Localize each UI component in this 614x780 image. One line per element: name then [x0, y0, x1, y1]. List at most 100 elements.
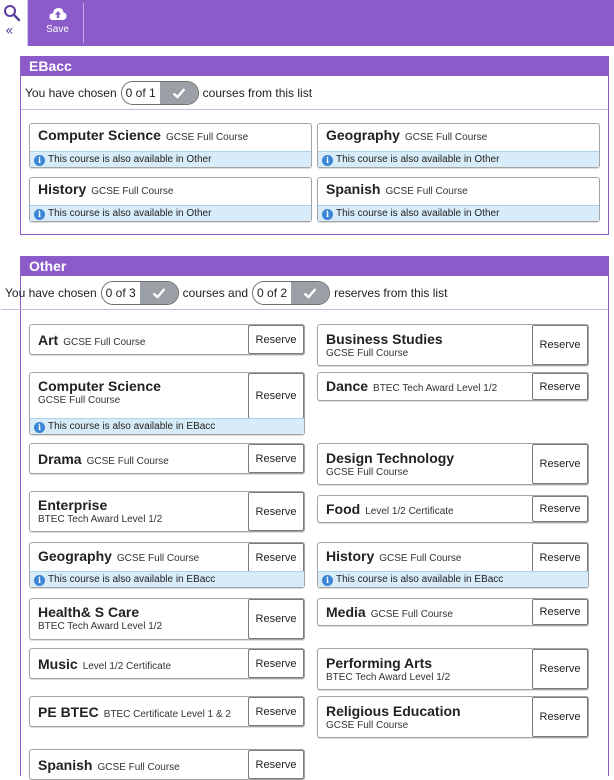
reserve-button[interactable]: Reserve — [532, 444, 588, 484]
reserve-button[interactable]: Reserve — [248, 649, 304, 678]
info-text: This course is also available in Other — [48, 208, 212, 219]
info-note: i This course is also available in Other — [30, 151, 311, 167]
reserve-button[interactable]: Reserve — [248, 492, 304, 531]
course-level: GCSE Full Course — [38, 395, 121, 406]
info-note: i This course is also available in Other — [318, 205, 599, 221]
reserve-count: 0 of 2 — [253, 281, 292, 304]
course-card[interactable]: Performing Arts BTEC Tech Award Level 1/2… — [317, 648, 589, 690]
course-card[interactable]: Spanish GCSE Full Course Reserve — [29, 749, 305, 780]
check-icon[interactable] — [139, 281, 178, 304]
course-level: GCSE Full Course — [63, 337, 146, 348]
course-card[interactable]: PE BTEC BTEC Certificate Level 1 & 2 Rese… — [29, 696, 305, 727]
course-name: Music — [38, 656, 78, 672]
course-level: GCSE Full Course — [165, 132, 249, 143]
course-card[interactable]: Business Studies GCSE Full Course Reserve — [317, 324, 589, 366]
cloud-upload-icon — [48, 8, 67, 20]
info-icon: i — [34, 422, 45, 433]
reserve-button[interactable]: Reserve — [248, 750, 304, 779]
info-text: This course is also available in EBacc — [336, 574, 504, 585]
course-level: GCSE Full Course — [91, 186, 174, 197]
course-card[interactable]: Music Level 1/2 Certificate Reserve — [29, 648, 305, 679]
reserve-button[interactable]: Reserve — [532, 697, 588, 737]
info-note: i This course is also available in EBacc — [318, 571, 588, 587]
course-level: GCSE Full Course — [116, 553, 200, 564]
course-name: Food — [326, 501, 361, 517]
info-note: i This course is also available in Other — [318, 151, 599, 167]
course-level: BTEC Certificate Level 1 & 2 — [103, 709, 231, 720]
course-card[interactable]: Geography GCSE Full Course i This course i… — [317, 123, 600, 168]
reserve-button[interactable]: Reserve — [248, 599, 304, 639]
reserve-button[interactable]: Reserve — [532, 373, 588, 400]
course-name: Spanish — [326, 181, 381, 197]
course-level: BTEC Tech Award Level 1/2 — [326, 672, 451, 683]
check-icon[interactable] — [291, 281, 330, 304]
info-text: This course is also available in Other — [336, 208, 500, 219]
course-level: BTEC Tech Award Level 1/2 — [38, 621, 163, 632]
reserve-button[interactable]: Reserve — [532, 543, 588, 572]
course-card[interactable]: Design Technology GCSE Full Course Reserv… — [317, 443, 589, 485]
info-icon: i — [34, 155, 45, 166]
course-level: GCSE Full Course — [86, 456, 169, 467]
course-count: 0 of 3 — [101, 281, 140, 304]
save-button[interactable]: Save — [32, 3, 84, 43]
course-card[interactable]: Food Level 1/2 Certificate Reserve — [317, 495, 589, 523]
course-card[interactable]: Religious Education GCSE Full Course Rese… — [317, 696, 589, 738]
course-card[interactable]: Enterprise BTEC Tech Award Level 1/2 Rese… — [29, 491, 305, 532]
toolbar: « Save — [0, 0, 614, 46]
course-card[interactable]: Media GCSE Full Course Reserve — [317, 598, 589, 626]
reserve-button[interactable]: Reserve — [532, 325, 588, 365]
other-chooser: You have chosen 0 of 3 courses and 0 of … — [1, 276, 608, 310]
reserve-button[interactable]: Reserve — [248, 325, 304, 354]
info-icon: i — [322, 209, 333, 220]
course-name: Performing Arts — [326, 655, 433, 671]
reserve-button[interactable]: Reserve — [532, 599, 588, 625]
side-tools: « — [0, 0, 28, 46]
check-icon[interactable] — [159, 81, 198, 104]
info-text: This course is also available in Other — [336, 154, 500, 165]
course-counter[interactable]: 0 of 3 — [100, 280, 179, 305]
save-label: Save — [46, 24, 69, 35]
reserve-button[interactable]: Reserve — [248, 697, 304, 726]
chooser-prefix: You have chosen — [5, 285, 97, 300]
chooser-middle: courses and — [182, 285, 249, 300]
course-level: GCSE Full Course — [97, 762, 180, 773]
course-card[interactable]: Geography GCSE Full Course Reserve i This … — [29, 542, 305, 588]
info-text: This course is also available in Other — [48, 154, 212, 165]
course-name: PE BTEC — [38, 704, 99, 720]
course-counter[interactable]: 0 of 1 — [120, 80, 199, 105]
reserve-counter[interactable]: 0 of 2 — [252, 280, 331, 305]
course-card[interactable]: Art GCSE Full Course Reserve — [29, 324, 305, 355]
course-level: GCSE Full Course — [370, 609, 453, 620]
info-icon: i — [322, 155, 333, 166]
ebacc-section: EBacc You have chosen 0 of 1 courses fro… — [20, 56, 609, 235]
course-count: 0 of 1 — [121, 81, 160, 104]
section-title: EBacc — [21, 56, 608, 76]
reserve-button[interactable]: Reserve — [532, 496, 588, 522]
course-card[interactable]: Drama GCSE Full Course Reserve — [29, 443, 305, 474]
course-level: Level 1/2 Certificate — [365, 506, 454, 517]
search-icon[interactable] — [3, 4, 21, 22]
reserve-button[interactable]: Reserve — [248, 444, 304, 473]
info-icon: i — [322, 575, 333, 586]
course-card[interactable]: Spanish GCSE Full Course i This course is … — [317, 177, 600, 222]
course-card[interactable]: History GCSE Full Course Reserve i This co… — [317, 542, 589, 588]
course-name: Computer Science — [38, 378, 161, 394]
reserve-button[interactable]: Reserve — [532, 649, 588, 689]
course-level: BTEC Tech Award Level 1/2 — [373, 383, 498, 394]
course-name: Drama — [38, 451, 82, 467]
reserve-button[interactable]: Reserve — [248, 373, 304, 419]
course-card[interactable]: Computer Science GCSE Full Course i This c… — [29, 123, 312, 168]
course-card[interactable]: Health& S Care BTEC Tech Award Level 1/2 … — [29, 598, 305, 640]
info-icon: i — [34, 575, 45, 586]
info-text: This course is also available in EBacc — [48, 421, 216, 432]
course-card[interactable]: Computer Science GCSE Full Course Reserve… — [29, 372, 305, 435]
course-name: Art — [38, 332, 59, 348]
course-card[interactable]: History GCSE Full Course i This course is … — [29, 177, 312, 222]
collapse-icon[interactable]: « — [5, 24, 14, 38]
ebacc-chooser: You have chosen 0 of 1 courses from this… — [21, 76, 608, 110]
info-text: This course is also available in EBacc — [48, 574, 216, 585]
course-card[interactable]: Dance BTEC Tech Award Level 1/2 Reserve — [317, 372, 589, 401]
course-level: Level 1/2 Certificate — [82, 661, 172, 672]
reserve-button[interactable]: Reserve — [248, 543, 304, 572]
course-name: Computer Science — [38, 127, 161, 143]
